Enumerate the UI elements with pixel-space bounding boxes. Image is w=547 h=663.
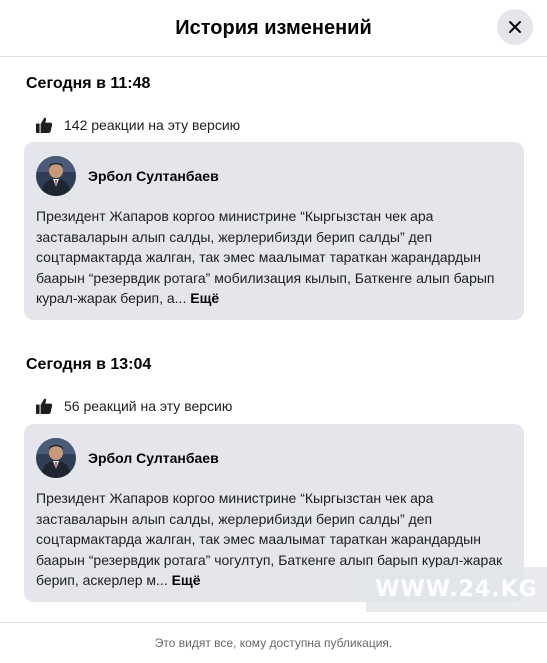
author-row: Эрбол Султанбаев xyxy=(36,156,219,196)
thumbs-up-icon xyxy=(35,397,53,415)
post-text: Президент Жапаров коргоо министрине “Кыр… xyxy=(36,206,512,309)
edit-history-dialog: История изменений Сегодня в 11:48 142 ре… xyxy=(0,0,547,662)
post-body: Президент Жапаров коргоо министрине “Кыр… xyxy=(36,208,495,306)
avatar[interactable] xyxy=(36,156,76,196)
version-time: Сегодня в 11:48 xyxy=(26,75,151,92)
version-time: Сегодня в 13:04 xyxy=(26,356,152,373)
reactions-count-text: 56 реакций на эту версию xyxy=(64,398,233,414)
close-button[interactable] xyxy=(497,9,533,45)
close-icon xyxy=(509,21,521,33)
author-row: Эрбол Султанбаев xyxy=(36,438,219,478)
author-name[interactable]: Эрбол Султанбаев xyxy=(88,450,219,466)
author-name[interactable]: Эрбол Султанбаев xyxy=(88,168,219,184)
avatar[interactable] xyxy=(36,438,76,478)
reactions-count-text: 142 реакции на эту версию xyxy=(64,117,241,133)
reactions-row[interactable]: 142 реакции на эту версию xyxy=(35,116,240,134)
site-watermark: WWW.24.KG xyxy=(366,567,547,612)
see-more-link[interactable]: Ещё xyxy=(172,572,201,588)
dialog-title: История изменений xyxy=(175,16,372,39)
post-card[interactable]: Эрбол Султанбаев Президент Жапаров корго… xyxy=(24,142,524,320)
reactions-row[interactable]: 56 реакций на эту версию xyxy=(35,397,232,415)
audience-footer: Это видят все, кому доступна публикация. xyxy=(0,622,547,663)
thumbs-up-icon xyxy=(35,116,53,134)
see-more-link[interactable]: Ещё xyxy=(190,290,219,306)
dialog-header: История изменений xyxy=(0,0,547,57)
